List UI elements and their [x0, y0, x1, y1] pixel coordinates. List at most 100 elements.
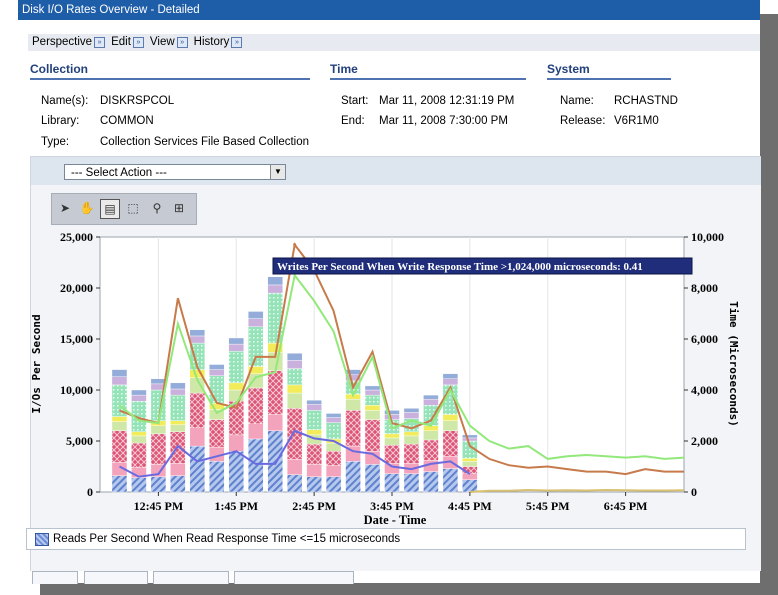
bar-segment [462, 473, 478, 480]
bar-segment [209, 461, 225, 493]
y2-axis-label: Time (Microseconds) [727, 301, 740, 427]
bar-segment [267, 276, 283, 286]
bar-segment [325, 476, 342, 493]
bar-segment [111, 421, 128, 431]
bar-segment [306, 410, 322, 430]
bar-segment [248, 318, 264, 327]
bar-segment [111, 376, 128, 386]
bar-segment [325, 417, 342, 423]
bar-segment [442, 373, 459, 379]
bar-segment [248, 326, 264, 367]
bar-segment [209, 419, 225, 448]
y2-tick-label: 4,000 [691, 383, 718, 397]
bar-segment [345, 410, 361, 447]
x-tick-label: 12:45 PM [134, 499, 184, 513]
bar-segment [209, 375, 225, 404]
y2-tick-label: 10,000 [691, 230, 724, 244]
bar-segment [111, 475, 128, 493]
bar-segment [267, 414, 283, 432]
y2-tick-label: 8,000 [691, 281, 718, 295]
bottom-tab[interactable] [32, 571, 78, 584]
bar-segment [462, 458, 478, 462]
y-tick-label: 5,000 [66, 434, 93, 448]
x-tick-label: 2:45 PM [292, 499, 336, 513]
bar-segment [364, 394, 381, 406]
bar-segment [267, 284, 283, 294]
bar-segment [462, 461, 478, 467]
bar-segment [267, 430, 283, 493]
x-tick-label: 4:45 PM [448, 499, 492, 513]
bar-segment [306, 429, 322, 436]
bar-segment [403, 443, 420, 464]
bar-segment [442, 468, 459, 493]
bar-segment [364, 410, 381, 420]
bar-segment [384, 433, 400, 439]
bar-segment [150, 476, 167, 493]
bar-segment [228, 351, 244, 384]
chart-legend: Reads Per Second When Read Response Time… [26, 528, 746, 550]
y-tick-label: 15,000 [60, 332, 93, 346]
bar-segment [286, 360, 303, 369]
bar-segment [306, 464, 322, 477]
bar-segment [131, 389, 147, 396]
bar-segment [228, 451, 244, 493]
bar-segment [170, 424, 186, 433]
bar-segment [364, 385, 381, 391]
bar-segment [111, 430, 128, 463]
bottom-tab[interactable] [84, 571, 148, 584]
bar-segment [384, 463, 400, 474]
bar-segment [442, 378, 459, 386]
bar-segment [228, 434, 244, 452]
bar-segment [306, 443, 322, 465]
bar-segment [131, 431, 147, 437]
bar-segment [423, 471, 439, 493]
bar-segment [364, 464, 381, 493]
x-tick-label: 3:45 PM [370, 499, 414, 513]
y2-tick-label: 6,000 [691, 332, 718, 346]
bar-segment [170, 463, 186, 476]
bottom-tab[interactable] [234, 571, 354, 584]
bar-segment [403, 473, 420, 493]
bar-segment [325, 451, 342, 466]
bar-segment [384, 414, 400, 420]
bar-segment [364, 419, 381, 452]
bar-segment [462, 437, 478, 442]
bar-segment [345, 398, 361, 411]
bar-segment [189, 445, 206, 493]
y2-tick-label: 2,000 [691, 434, 718, 448]
y-tick-label: 10,000 [60, 383, 93, 397]
bar-segment [189, 329, 206, 337]
bar-segment [286, 368, 303, 386]
bar-segment [248, 387, 264, 424]
bar-segment [286, 459, 303, 475]
bar-segment [131, 442, 147, 468]
bar-segment [286, 384, 303, 394]
bar-segment [403, 412, 420, 419]
bar-segment [423, 394, 439, 400]
bar-segment [131, 477, 147, 493]
y-tick-label: 25,000 [60, 230, 93, 244]
bar-segment [267, 370, 283, 415]
bar-segment [364, 389, 381, 396]
bar-segment [462, 434, 478, 439]
y-tick-label: 0 [87, 485, 93, 499]
bottom-tab[interactable] [153, 571, 229, 584]
x-axis-label: Date - Time [364, 513, 427, 527]
tooltip-text: Writes Per Second When Write Response Ti… [277, 261, 643, 273]
bar-segment [248, 311, 264, 319]
bar-segment [209, 364, 225, 370]
bar-segment [442, 420, 459, 432]
bar-segment [228, 337, 244, 345]
bar-segment [228, 343, 244, 352]
bar-segment [345, 461, 361, 493]
bar-segment [306, 400, 322, 405]
y-axis-label: I/Os Per Second [30, 314, 43, 413]
bar-segment [384, 473, 400, 493]
bar-segment [423, 439, 439, 461]
bar-segment [384, 437, 400, 446]
legend-swatch [35, 533, 49, 546]
bar-segment [170, 394, 186, 421]
bar-segment [111, 369, 128, 377]
bar-segment [286, 353, 303, 361]
legend-label: Reads Per Second When Read Response Time… [53, 533, 401, 545]
